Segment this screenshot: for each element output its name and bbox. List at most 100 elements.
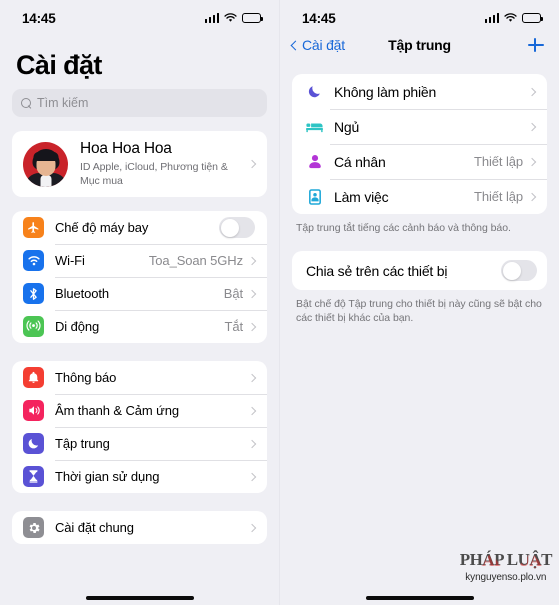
watermark-logo-accent: PHÁP LUẬT	[459, 551, 552, 570]
row-value: Toa_Soan 5GHz	[148, 253, 243, 269]
settings-row-screen-time[interactable]: Thời gian sử dụng	[12, 460, 267, 493]
chevron-right-icon	[247, 439, 257, 449]
row-value: Thiết lập	[474, 154, 523, 169]
cellular-bars-icon	[484, 13, 499, 23]
focus-row-work[interactable]: Làm việc Thiết lập	[292, 179, 547, 214]
status-clock: 14:45	[302, 10, 336, 26]
apple-id-row[interactable]: Hoa Hoa Hoa ID Apple, iCloud, Phương tiệ…	[12, 131, 267, 197]
search-icon	[21, 97, 32, 109]
hourglass-icon	[23, 466, 44, 488]
chevron-right-icon	[527, 157, 537, 166]
settings-row-airplane-mode[interactable]: Chế độ máy bay	[12, 211, 267, 244]
chevron-right-icon	[527, 192, 537, 201]
cellular-antenna-icon	[23, 316, 44, 338]
share-footnote: Bật chế độ Tập trung cho thiết bị này cũ…	[296, 298, 542, 325]
moon-icon	[23, 433, 44, 455]
page-title: Cài đặt	[16, 50, 102, 80]
back-button-label: Cài đặt	[302, 37, 345, 53]
wifi-icon	[23, 250, 44, 272]
settings-row-sounds[interactable]: Âm thanh & Cảm ứng	[12, 394, 267, 427]
row-label: Không làm phiền	[334, 83, 437, 100]
row-label: Thời gian sử dụng	[55, 469, 160, 485]
row-value: Bật	[223, 286, 243, 302]
row-label: Cá nhân	[334, 153, 386, 170]
share-across-devices-group: Chia sẻ trên các thiết bị	[292, 251, 547, 291]
row-label: Di động	[55, 319, 100, 335]
row-label: Âm thanh & Cảm ứng	[55, 403, 179, 419]
share-label: Chia sẻ trên các thiết bị	[306, 262, 448, 279]
watermark: PHÁP LUẬT PHÁP LUẬT kynguyenso.plo.vn	[459, 550, 553, 583]
cellular-bars-icon	[204, 13, 219, 23]
avatar	[23, 141, 68, 187]
chevron-right-icon	[247, 289, 257, 299]
dual-screenshot-container: 14:45 Cài đặt Tìm kiếm Hoa Hoa Hoa ID Ap…	[0, 0, 559, 605]
settings-row-focus[interactable]: Tập trung	[12, 427, 267, 460]
airplane-mode-toggle[interactable]	[219, 217, 255, 239]
chevron-right-icon	[527, 87, 537, 96]
apple-id-subtitle: ID Apple, iCloud, Phương tiện & Mục mua	[80, 161, 228, 188]
focus-row-do-not-disturb[interactable]: Không làm phiền	[292, 74, 547, 109]
watermark-logo: PHÁP LUẬT PHÁP LUẬT	[459, 550, 553, 570]
wifi-icon	[504, 13, 517, 22]
focus-modes-group: Không làm phiền Ngủ Cá nhân Thiết lập Là…	[292, 74, 547, 214]
settings-row-bluetooth[interactable]: Bluetooth Bật	[12, 277, 267, 310]
share-across-devices-toggle[interactable]	[501, 260, 537, 282]
gear-icon	[23, 517, 44, 539]
row-label: Wi-Fi	[55, 253, 85, 269]
focus-row-personal[interactable]: Cá nhân Thiết lập	[292, 144, 547, 179]
search-placeholder: Tìm kiếm	[37, 96, 89, 110]
settings-screen: 14:45 Cài đặt Tìm kiếm Hoa Hoa Hoa ID Ap…	[0, 0, 279, 605]
alerts-group: Thông báo Âm thanh & Cảm ứng Tập trung T…	[12, 361, 267, 494]
chevron-right-icon	[247, 256, 257, 266]
settings-row-general[interactable]: Cài đặt chung	[12, 511, 267, 544]
chevron-right-icon	[247, 472, 257, 482]
share-across-devices-row[interactable]: Chia sẻ trên các thiết bị	[292, 251, 547, 290]
plus-icon[interactable]	[527, 36, 545, 54]
speaker-icon	[23, 400, 44, 422]
apple-id-group: Hoa Hoa Hoa ID Apple, iCloud, Phương tiệ…	[12, 131, 267, 198]
status-bar-left: 14:45	[0, 0, 279, 30]
bed-icon	[306, 118, 323, 135]
focus-screen: 14:45 Cài đặt Tập trung Không làm phiền …	[279, 0, 559, 605]
chevron-right-icon	[247, 322, 257, 332]
airplane-icon	[23, 217, 44, 239]
row-value: Tắt	[224, 319, 244, 335]
battery-icon	[242, 13, 263, 23]
status-bar-right: 14:45	[280, 0, 559, 30]
settings-row-wifi[interactable]: Wi-Fi Toa_Soan 5GHz	[12, 244, 267, 277]
apple-id-text: Hoa Hoa Hoa ID Apple, iCloud, Phương tiệ…	[80, 140, 249, 188]
general-group: Cài đặt chung	[12, 511, 267, 545]
row-label: Ngủ	[334, 118, 360, 135]
battery-icon	[522, 13, 543, 23]
wifi-icon	[224, 13, 237, 22]
status-indicators	[204, 13, 263, 23]
status-indicators	[484, 13, 543, 23]
briefcase-icon	[306, 188, 323, 205]
watermark-logo-text: PHÁP LUẬT	[459, 550, 553, 569]
row-label: Chế độ máy bay	[55, 220, 149, 236]
chevron-right-icon	[247, 373, 257, 383]
status-clock: 14:45	[22, 10, 56, 26]
chevron-right-icon	[247, 523, 257, 533]
bluetooth-icon	[23, 283, 44, 305]
row-label: Thông báo	[55, 370, 117, 386]
moon-icon	[306, 83, 323, 100]
bell-icon	[23, 367, 44, 389]
settings-row-cellular[interactable]: Di động Tắt	[12, 310, 267, 343]
chevron-right-icon	[527, 122, 537, 131]
focus-row-sleep[interactable]: Ngủ	[292, 109, 547, 144]
focus-footnote: Tập trung tắt tiếng các cảnh báo và thôn…	[296, 222, 511, 234]
row-label: Cài đặt chung	[55, 520, 134, 536]
chevron-left-icon	[290, 40, 301, 50]
search-input[interactable]: Tìm kiếm	[12, 89, 267, 117]
row-label: Bluetooth	[55, 286, 110, 302]
connectivity-group: Chế độ máy bay Wi-Fi Toa_Soan 5GHz Bluet…	[12, 211, 267, 344]
chevron-right-icon	[247, 159, 257, 169]
settings-row-notifications[interactable]: Thông báo	[12, 361, 267, 394]
row-value: Thiết lập	[474, 189, 523, 204]
back-button[interactable]: Cài đặt	[290, 37, 345, 53]
apple-id-name: Hoa Hoa Hoa	[80, 140, 172, 157]
row-label: Tập trung	[55, 436, 110, 452]
chevron-right-icon	[247, 406, 257, 416]
person-icon	[306, 153, 323, 170]
